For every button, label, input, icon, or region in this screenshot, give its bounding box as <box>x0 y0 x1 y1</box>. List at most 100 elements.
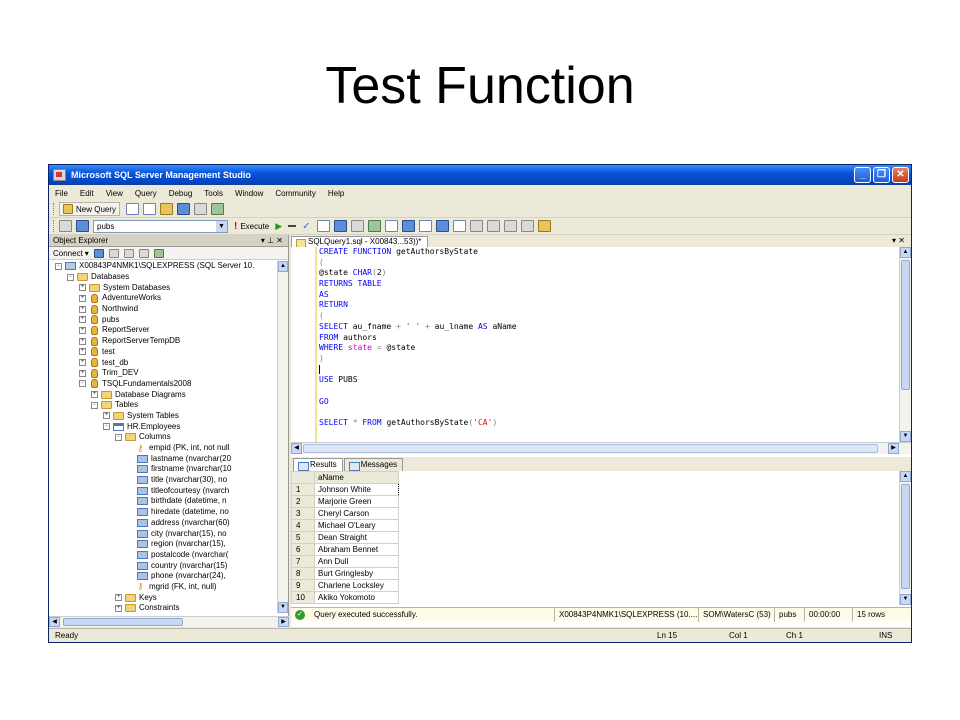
scroll-up-icon[interactable]: ▲ <box>278 261 288 272</box>
tree-node-system-databases-folder[interactable]: + System Databases <box>49 282 277 293</box>
tree-node-keys-folder[interactable]: + Keys <box>49 592 277 603</box>
cell-aname[interactable]: Marjorie Green <box>314 495 399 508</box>
tree-node-system-tables-folder[interactable]: + System Tables <box>49 411 277 422</box>
menu-item-edit[interactable]: Edit <box>80 189 94 198</box>
results-to-file-icon[interactable] <box>452 220 466 232</box>
expand-icon[interactable]: + <box>79 284 86 292</box>
expand-icon[interactable]: + <box>103 412 110 420</box>
cell-aname[interactable]: Dean Straight <box>314 531 399 544</box>
tab-close-icon[interactable]: ▾ ✕ <box>892 236 905 245</box>
cell-aname[interactable]: Abraham Bennet <box>314 543 399 556</box>
tree-horizontal-scrollbar[interactable]: ◀ ▶ <box>49 616 289 627</box>
available-databases-select[interactable]: pubs ▼ <box>93 219 228 233</box>
tree-node-column-empid[interactable]: ⚷ empid (PK, int, not null <box>49 443 277 454</box>
expand-icon[interactable]: + <box>91 391 98 399</box>
specify-values-icon[interactable] <box>537 220 551 232</box>
increase-indent-icon[interactable] <box>520 220 534 232</box>
results-to-text-icon[interactable] <box>418 220 432 232</box>
row-number[interactable]: 4 <box>291 519 315 532</box>
new-file-icon[interactable] <box>126 203 140 215</box>
scroll-left-icon[interactable]: ◀ <box>49 617 60 627</box>
expand-icon[interactable]: + <box>79 337 86 345</box>
toolbar-grip[interactable] <box>53 220 56 232</box>
scroll-down-icon[interactable]: ▼ <box>278 602 288 613</box>
connect-icon[interactable] <box>59 220 72 232</box>
tab-results[interactable]: Results <box>293 458 343 471</box>
parse-check-icon[interactable]: ✓ <box>302 221 310 232</box>
table-row[interactable]: 10 Akiko Yokomoto <box>291 591 399 604</box>
editor-vertical-scrollbar[interactable]: ▲ ▼ <box>899 247 911 442</box>
row-number[interactable]: 2 <box>291 495 315 508</box>
activity-monitor-icon[interactable] <box>211 203 225 215</box>
tree-node-db-test-db[interactable]: + test_db <box>49 357 277 368</box>
query-options-icon[interactable] <box>350 220 364 232</box>
include-plan-icon[interactable] <box>384 220 398 232</box>
tree-node-database-diagrams-folder[interactable]: + Database Diagrams <box>49 389 277 400</box>
refresh-icon[interactable] <box>153 248 164 258</box>
cell-aname[interactable]: Burt Gringlesby <box>314 567 399 580</box>
scroll-up-icon[interactable]: ▲ <box>900 247 911 258</box>
tree-node-column-hiredate[interactable]: hiredate (datetime, no <box>49 507 277 518</box>
row-number[interactable]: 5 <box>291 531 315 544</box>
tree-node-column-birthdate[interactable]: birthdate (datetime, n <box>49 496 277 507</box>
cell-aname[interactable]: Akiko Yokomoto <box>314 591 399 604</box>
tree-node-db-tsqlfundamentals2008[interactable]: - TSQLFundamentals2008 <box>49 379 277 390</box>
table-row[interactable]: 3 Cheryl Carson <box>291 507 399 520</box>
scrollbar-thumb[interactable] <box>901 260 910 390</box>
expand-icon[interactable]: + <box>79 316 86 324</box>
menu-item-tools[interactable]: Tools <box>204 189 223 198</box>
menu-item-help[interactable]: Help <box>328 189 344 198</box>
expand-icon[interactable]: + <box>79 294 86 302</box>
menu-item-view[interactable]: View <box>106 189 123 198</box>
debug-play-icon[interactable]: ▶ <box>275 221 282 232</box>
table-row[interactable]: 8 Burt Gringlesby <box>291 567 399 580</box>
expand-icon[interactable]: + <box>79 326 86 334</box>
tree-node-db-reportserver[interactable]: + ReportServer <box>49 325 277 336</box>
connect-dropdown[interactable]: Connect <box>53 249 83 258</box>
tree-node-column-mgrid[interactable]: ⚷ mgrid (FK, int, null) <box>49 582 277 593</box>
scroll-right-icon[interactable]: ▶ <box>278 617 289 627</box>
results-to-grid-icon[interactable] <box>435 220 449 232</box>
table-row[interactable]: 1 Johnson White <box>291 483 399 496</box>
scroll-right-icon[interactable]: ▶ <box>888 443 899 454</box>
row-number[interactable]: 3 <box>291 507 315 520</box>
menu-item-query[interactable]: Query <box>135 189 157 198</box>
scroll-down-icon[interactable]: ▼ <box>900 594 911 605</box>
expand-icon[interactable]: + <box>115 594 122 602</box>
display-plan-icon[interactable] <box>316 220 330 232</box>
menu-item-file[interactable]: File <box>55 189 68 198</box>
new-query-button[interactable]: New Query <box>59 202 121 216</box>
stop-icon[interactable] <box>123 248 134 258</box>
cell-aname[interactable]: Charlene Locksley <box>314 579 399 592</box>
title-bar[interactable]: Microsoft SQL Server Management Studio _… <box>49 165 911 185</box>
cell-aname[interactable]: Michael O'Leary <box>314 519 399 532</box>
cell-aname[interactable]: Ann Dull <box>314 555 399 568</box>
panel-pin-close-icons[interactable]: ▾ ⊥ ✕ <box>261 236 283 245</box>
tree-node-db-reportservertempdb[interactable]: + ReportServerTempDB <box>49 336 277 347</box>
save-icon[interactable] <box>177 203 191 215</box>
menu-item-debug[interactable]: Debug <box>169 189 193 198</box>
tree-node-tables-folder[interactable]: - Tables <box>49 400 277 411</box>
expand-icon[interactable]: + <box>79 305 86 313</box>
comment-icon[interactable] <box>469 220 483 232</box>
scroll-down-icon[interactable]: ▼ <box>900 431 911 442</box>
tree-node-db-adventureworks[interactable]: + AdventureWorks <box>49 293 277 304</box>
menu-item-window[interactable]: Window <box>235 189 263 198</box>
chevron-down-icon[interactable]: ▼ <box>216 220 227 232</box>
expand-icon[interactable]: + <box>79 369 86 377</box>
new-project-icon[interactable] <box>143 203 157 215</box>
tree-node-column-country[interactable]: country (nvarchar(15) <box>49 560 277 571</box>
collapse-icon[interactable]: - <box>103 423 110 431</box>
menu-item-community[interactable]: Community <box>275 189 315 198</box>
minimize-button[interactable]: _ <box>854 167 871 183</box>
table-row[interactable]: 9 Charlene Locksley <box>291 579 399 592</box>
tree-node-server-node[interactable]: - X00843P4NMK1\SQLEXPRESS (SQL Server 10. <box>49 261 277 272</box>
execute-button[interactable]: ! Execute <box>234 221 269 232</box>
expand-icon[interactable]: + <box>79 348 86 356</box>
scrollbar-thumb[interactable] <box>303 444 878 453</box>
scrollbar-thumb[interactable] <box>901 484 910 589</box>
tree-node-column-region[interactable]: region (nvarchar(15), <box>49 539 277 550</box>
expand-icon[interactable]: + <box>115 604 122 612</box>
tree-node-column-postalcode[interactable]: postalcode (nvarchar( <box>49 550 277 561</box>
expand-icon[interactable]: + <box>79 359 86 367</box>
